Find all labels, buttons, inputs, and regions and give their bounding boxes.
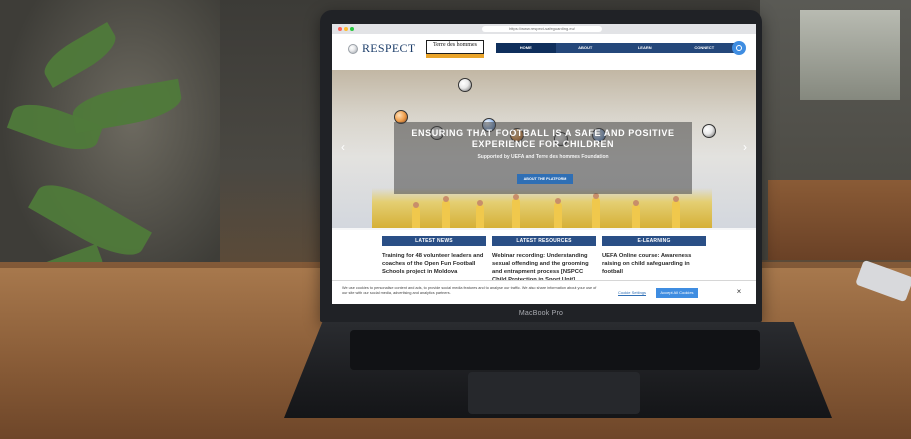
child-head: [443, 196, 449, 202]
browser-zoom-dot[interactable]: [350, 27, 354, 31]
child-head: [673, 196, 679, 202]
laptop-keyboard: [350, 330, 760, 370]
section-heading: E-LEARNING: [602, 236, 706, 246]
section-link[interactable]: UEFA Online course: Awareness raising on…: [602, 252, 706, 276]
background-shelf: [768, 180, 911, 260]
nav-learn[interactable]: LEARN: [615, 43, 675, 53]
browser-close-dot[interactable]: [338, 27, 342, 31]
browser-url[interactable]: https://www.respect-safeguarding.eu/: [482, 26, 602, 32]
laptop-screen: https://www.respect-safeguarding.eu/ RES…: [332, 24, 756, 304]
site-name: RESPECT: [362, 41, 416, 55]
football-icon: [702, 124, 716, 138]
child-head: [555, 198, 561, 204]
child-figure: [672, 200, 680, 228]
section-e-learning: E-LEARNING UEFA Online course: Awareness…: [602, 236, 706, 276]
nav-home[interactable]: HOME: [496, 43, 556, 53]
section-latest-resources: LATEST RESOURCES Webinar recording: Unde…: [492, 236, 596, 284]
child-figure: [592, 197, 600, 228]
background-window: [800, 10, 900, 100]
site-brand[interactable]: RESPECT: [348, 41, 415, 56]
children-crowd: [372, 188, 712, 228]
device-label: MacBook Pro: [518, 310, 564, 317]
main-nav: HOME ABOUT LEARN CONNECT: [496, 43, 734, 53]
background-photo: https://www.respect-safeguarding.eu/ RES…: [0, 0, 911, 439]
nav-connect[interactable]: CONNECT: [675, 43, 735, 53]
section-link[interactable]: Training for 48 volunteer leaders and co…: [382, 252, 486, 276]
cookie-banner: We use cookies to personalise content an…: [332, 280, 756, 304]
nav-about[interactable]: ABOUT: [556, 43, 616, 53]
child-figure: [512, 198, 520, 228]
chevron-left-icon[interactable]: ‹: [338, 140, 348, 154]
accept-cookies-button[interactable]: Accept All Cookies: [656, 288, 698, 298]
child-head: [413, 202, 419, 208]
football-icon: [348, 43, 358, 54]
section-heading: LATEST RESOURCES: [492, 236, 596, 246]
child-head: [477, 200, 483, 206]
child-figure: [554, 202, 562, 228]
football-icon: [458, 78, 472, 92]
child-head: [633, 200, 639, 206]
chevron-right-icon[interactable]: ›: [740, 140, 750, 154]
partner-logo[interactable]: Terre des hommes: [426, 40, 484, 54]
partner-logo-text: Terre des hommes: [433, 42, 477, 48]
about-platform-button[interactable]: ABOUT THE PLATFORM: [517, 174, 573, 184]
close-icon[interactable]: ×: [734, 287, 744, 297]
child-figure: [442, 200, 450, 228]
partner-logo-bar: [426, 54, 484, 58]
laptop-trackpad: [468, 372, 640, 414]
cookie-settings-link[interactable]: Cookie Settings: [618, 290, 646, 295]
hero-title: ENSURING THAT FOOTBALL IS A SAFE AND POS…: [411, 128, 675, 149]
hero-banner: ENSURING THAT FOOTBALL IS A SAFE AND POS…: [332, 70, 756, 228]
browser-toolbar: https://www.respect-safeguarding.eu/: [332, 24, 756, 34]
site-header: RESPECT Terre des hommes HOME ABOUT LEAR…: [332, 34, 756, 70]
cookie-text: We use cookies to personalise content an…: [342, 286, 597, 295]
child-figure: [412, 206, 420, 228]
section-latest-news: LATEST NEWS Training for 48 volunteer le…: [382, 236, 486, 276]
child-figure: [632, 204, 640, 228]
search-icon[interactable]: [732, 41, 746, 55]
child-head: [513, 194, 519, 200]
hero-subtitle: Supported by UEFA and Terre des hommes F…: [477, 154, 609, 160]
browser-minimize-dot[interactable]: [344, 27, 348, 31]
section-heading: LATEST NEWS: [382, 236, 486, 246]
child-figure: [476, 204, 484, 228]
